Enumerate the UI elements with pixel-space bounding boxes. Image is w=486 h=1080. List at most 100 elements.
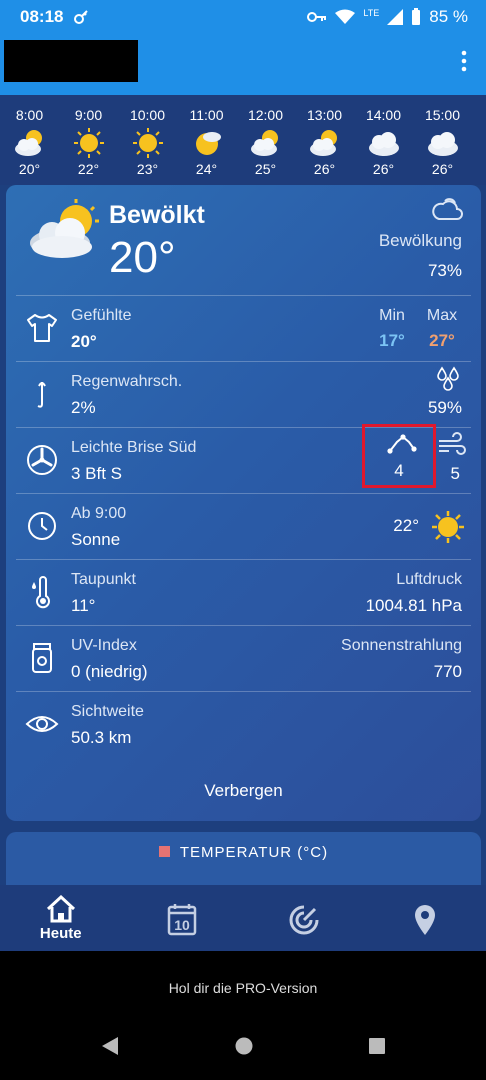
- status-time: 08:18: [20, 7, 64, 26]
- nav-location[interactable]: [365, 885, 486, 951]
- max-value: 27°: [429, 331, 455, 350]
- hourly-temp: 25°: [254, 161, 277, 177]
- hourly-forecast[interactable]: 8:00 20° 9:00 22° 10:00 23° 11:00 24° 12:00 25° 13…: [0, 95, 486, 185]
- hourly-temp: 26°: [431, 161, 454, 177]
- sun-cloud-icon: [195, 132, 221, 155]
- hourly-item[interactable]: 9:00 22°: [59, 95, 118, 185]
- legend-swatch: [158, 846, 170, 857]
- hourly-temp: 22°: [77, 161, 100, 177]
- cloud-outline-icon: [432, 198, 463, 220]
- feels-like-label: Gefühlte: [71, 307, 132, 324]
- wind-turbine-icon: [27, 445, 57, 475]
- hourly-time: 11:00: [189, 107, 224, 123]
- uv-value: 0 (niedrig): [71, 662, 148, 681]
- nav-forecast[interactable]: 10: [122, 885, 244, 951]
- gust-graph-icon: [387, 434, 417, 454]
- condition-title: Bewölkt: [109, 201, 205, 229]
- rain-prob-value: 2%: [71, 398, 96, 417]
- temperature-legend: TEMPERATUR (°C): [6, 844, 481, 861]
- hourly-item[interactable]: 14:00 26°: [354, 95, 413, 185]
- sun-icon: [73, 128, 104, 158]
- partly-cloudy-icon: [30, 199, 99, 258]
- signal-icon: [387, 9, 404, 25]
- hourly-temp: 26°: [372, 161, 395, 177]
- uv-row: UV-Index 0 (niedrig) Sonnenstrahlung 770: [16, 625, 471, 691]
- hourly-item[interactable]: 13:00 26°: [295, 95, 354, 185]
- status-bar: 08:18 LTE 85 %: [0, 0, 486, 34]
- hourly-time: 13:00: [306, 107, 343, 123]
- wind-icon: [439, 432, 466, 455]
- hourly-temp: 20°: [18, 161, 41, 177]
- min-max: Min Max 17° 27°: [372, 307, 462, 357]
- hourly-time: 9:00: [74, 107, 103, 123]
- gust-highlight[interactable]: 4: [362, 424, 436, 488]
- forecast-change-row: Ab 9:00 Sonne 22°: [16, 493, 471, 559]
- pro-version-banner[interactable]: Hol dir die PRO-Version: [0, 951, 486, 1021]
- pressure-value: 1004.81 hPa: [365, 596, 462, 615]
- legend-label: TEMPERATUR (°C): [179, 844, 329, 861]
- battery-icon: [412, 8, 421, 25]
- calendar-day: 10: [174, 917, 190, 933]
- rain-prob-label: Regenwahrsch.: [71, 373, 183, 390]
- vpn-key-icon: [74, 10, 89, 24]
- pressure-label: Luftdruck: [396, 571, 462, 588]
- min-value: 17°: [379, 331, 405, 350]
- calendar-icon: 10: [168, 904, 197, 936]
- overflow-menu-icon[interactable]: [460, 50, 468, 72]
- hourly-time: 10:00: [129, 107, 166, 123]
- key-icon: [307, 12, 327, 22]
- network-type: LTE: [363, 8, 380, 18]
- rain-row: Regenwahrsch. 2% 59%: [16, 361, 471, 427]
- hourly-time: 15:00: [424, 107, 461, 123]
- hourly-temp: 23°: [136, 161, 159, 177]
- cloudy-icon: [427, 132, 458, 156]
- sun-icon: [132, 128, 163, 158]
- uv-label: UV-Index: [71, 637, 137, 654]
- feels-like-value: 20°: [71, 332, 97, 351]
- hourly-temp: 24°: [195, 161, 218, 177]
- cloud-cover-value: 73%: [427, 261, 462, 280]
- hourly-item[interactable]: 8:00 20°: [0, 95, 59, 185]
- hourly-item[interactable]: 11:00 24°: [177, 95, 236, 185]
- hide-details-button[interactable]: Verbergen: [6, 781, 481, 801]
- min-label: Min: [379, 307, 405, 324]
- hourly-item[interactable]: 12:00 25°: [236, 95, 295, 185]
- partly-cloudy-icon: [14, 130, 42, 156]
- dewpoint-value: 11°: [71, 596, 96, 615]
- wind-value: 3 Bft S: [71, 464, 123, 483]
- recents-icon[interactable]: [367, 1035, 387, 1057]
- radiation-value: 770: [433, 662, 462, 681]
- app-bar: 08:18 LTE 85 %: [0, 0, 486, 95]
- thermometer-icon: [32, 576, 50, 609]
- hourly-item[interactable]: 10:00 23°: [118, 95, 177, 185]
- radiation-label: Sonnenstrahlung: [341, 637, 462, 654]
- nav-today-label: Heute: [39, 925, 82, 942]
- tshirt-icon: [27, 314, 57, 342]
- partly-cloudy-icon: [309, 130, 337, 156]
- back-icon[interactable]: [100, 1035, 120, 1057]
- visibility-label: Sichtweite: [71, 703, 144, 720]
- temperature-chart-card: TEMPERATUR (°C): [6, 832, 481, 892]
- current-weather-card: Bewölkt 20° Bewölkung 73% Gefühlte 20° M…: [6, 185, 481, 821]
- sun-icon: [432, 511, 464, 543]
- hourly-time: 14:00: [365, 107, 402, 123]
- cloud-cover-label: Bewölkung: [378, 231, 462, 250]
- feels-like-row: Gefühlte 20° Min Max 17° 27°: [16, 295, 471, 361]
- hourly-item[interactable]: 15:00 26°: [413, 95, 472, 185]
- pro-version-text: Hol dir die PRO-Version: [168, 980, 318, 996]
- nav-radar[interactable]: [243, 885, 365, 951]
- eye-icon: [25, 716, 59, 732]
- visibility-value: 50.3 km: [71, 728, 132, 747]
- hourly-temp: 26°: [313, 161, 336, 177]
- clock-icon: [28, 512, 56, 540]
- home-button-icon[interactable]: [234, 1035, 254, 1057]
- dewpoint-row: Taupunkt 11° Luftdruck 1004.81 hPa: [16, 559, 471, 625]
- wind-label: Leichte Brise Süd: [71, 439, 197, 456]
- location-pin-icon: [415, 905, 436, 935]
- from-condition-value: Sonne: [71, 530, 121, 549]
- rain-drops-icon: [437, 366, 459, 391]
- wind-row: Leichte Brise Süd 3 Bft S 4 5: [16, 424, 471, 493]
- umbrella-icon: [37, 382, 46, 408]
- hourly-time: 8:00: [15, 107, 44, 123]
- nav-today[interactable]: Heute: [0, 885, 122, 951]
